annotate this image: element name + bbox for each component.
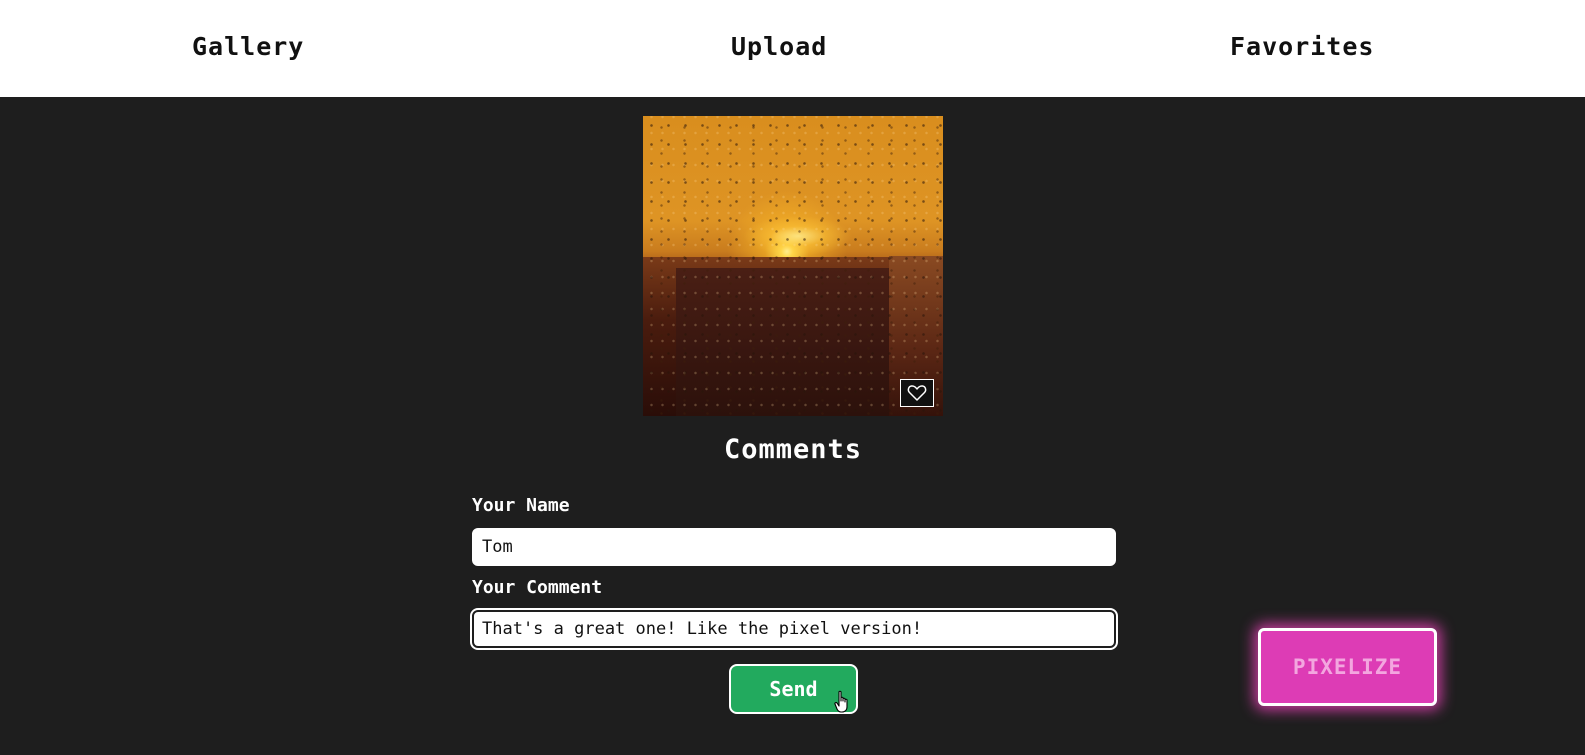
- pixelize-button[interactable]: PIXELIZE: [1258, 628, 1437, 706]
- name-input[interactable]: Tom: [472, 528, 1116, 566]
- photo-raindrops: [643, 116, 943, 416]
- send-button[interactable]: Send: [729, 664, 858, 714]
- nav-favorites-link[interactable]: Favorites: [1230, 30, 1374, 64]
- top-navigation: Gallery Upload Favorites: [0, 0, 1585, 97]
- sunset-photo: [643, 116, 943, 416]
- comments-heading: Comments: [723, 434, 863, 465]
- nav-upload-link[interactable]: Upload: [731, 30, 827, 64]
- heart-outline-icon: [907, 385, 927, 401]
- favorite-button[interactable]: [900, 379, 934, 407]
- comment-label: Your Comment: [472, 577, 603, 598]
- name-label: Your Name: [472, 495, 570, 516]
- nav-gallery-link[interactable]: Gallery: [192, 30, 304, 64]
- comment-input[interactable]: That's a great one! Like the pixel versi…: [472, 610, 1116, 648]
